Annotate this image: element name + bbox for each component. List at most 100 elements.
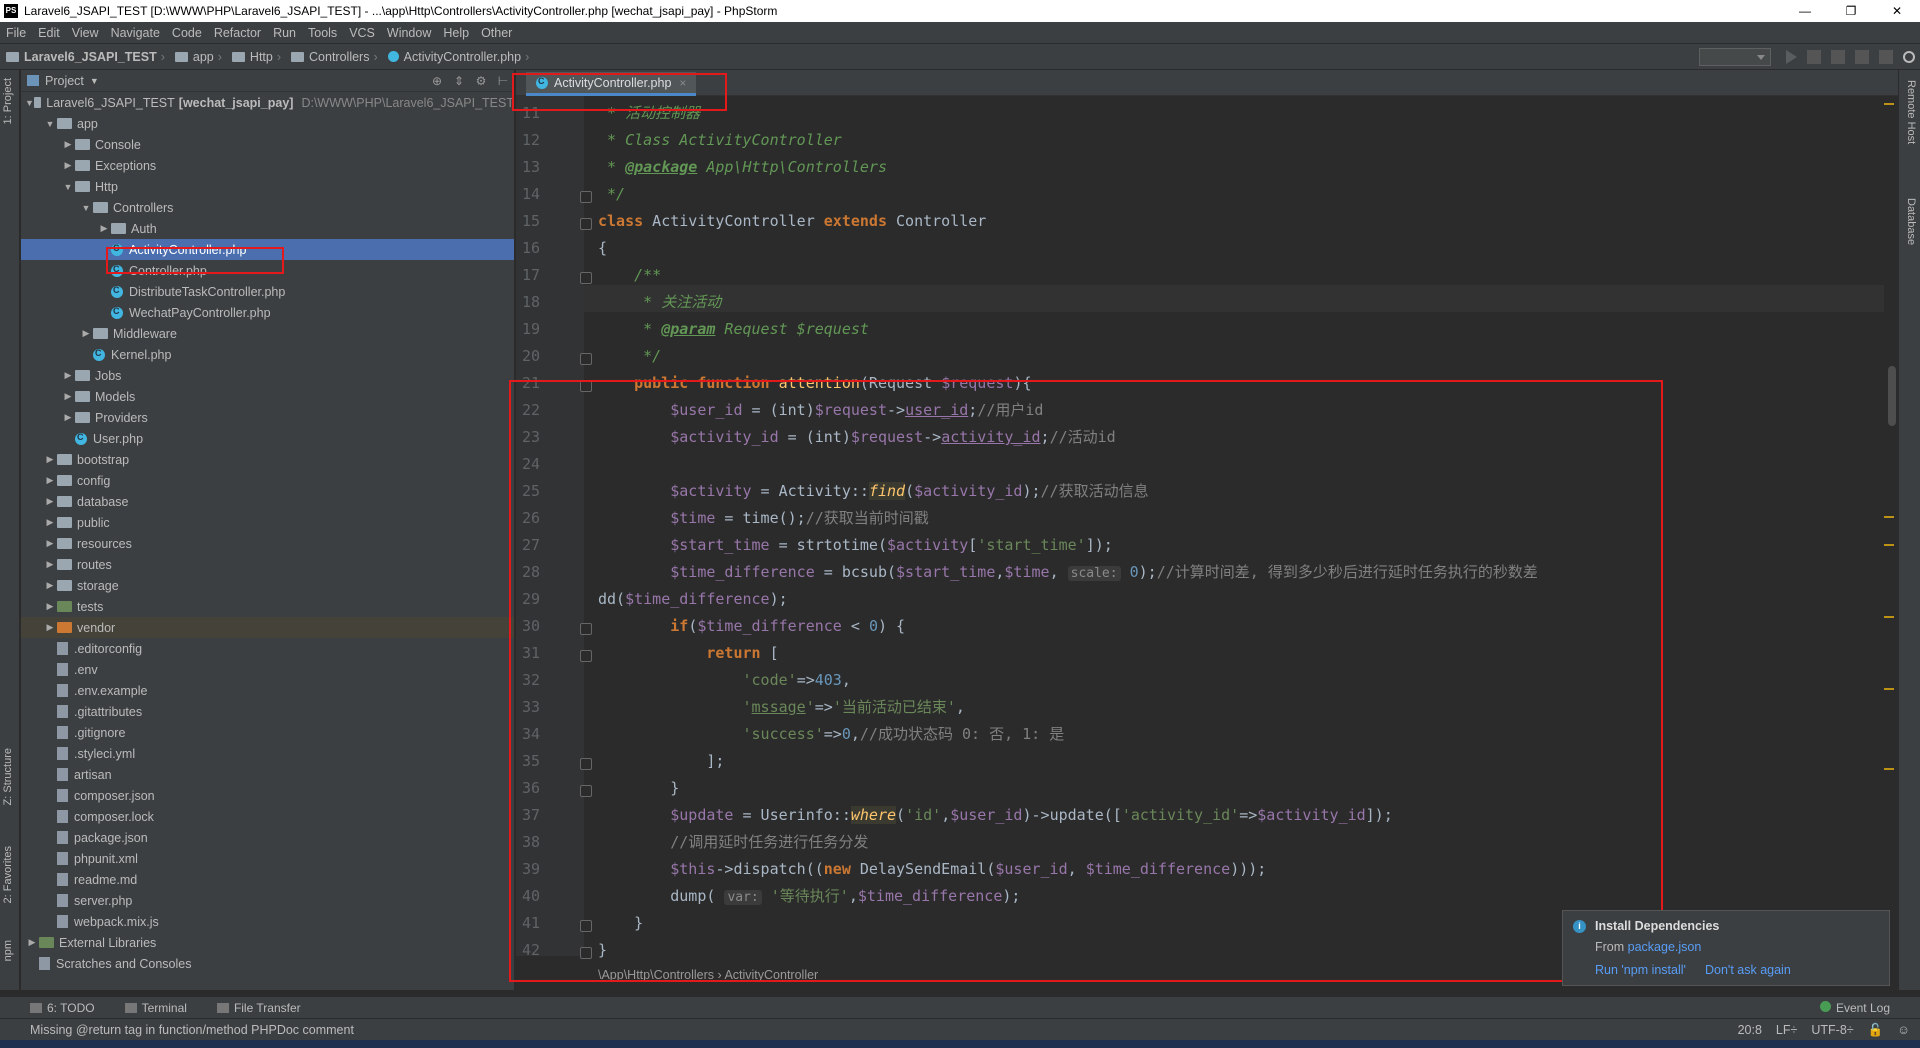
collapsed-arrow-icon[interactable]: ▶ xyxy=(43,559,57,570)
tree-item[interactable]: DistributeTaskController.php xyxy=(21,281,514,302)
tree-item[interactable]: composer.json xyxy=(21,785,514,806)
collapsed-arrow-icon[interactable]: ▶ xyxy=(43,496,57,507)
tool-tab-npm[interactable]: npm xyxy=(2,940,14,961)
menu-file[interactable]: File xyxy=(0,26,32,40)
tool-tab-file-transfer[interactable]: File Transfer xyxy=(216,1001,301,1015)
tree-item[interactable]: package.json xyxy=(21,827,514,848)
tool-tab-database[interactable]: Database xyxy=(1905,198,1917,245)
collapsed-arrow-icon[interactable]: ▶ xyxy=(43,538,57,549)
tree-item[interactable]: ▶ Middleware xyxy=(21,323,514,344)
editor-scrollbar[interactable] xyxy=(1884,96,1898,956)
tool-tab-structure[interactable]: Z: Structure xyxy=(2,748,14,805)
collapsed-arrow-icon[interactable]: ▶ xyxy=(97,223,111,234)
code-line[interactable]: class ActivityController extends Control… xyxy=(598,208,986,235)
caret-position[interactable]: 20:8 xyxy=(1738,1023,1762,1038)
nav-crumb-file[interactable]: ActivityController.php › xyxy=(382,50,534,64)
error-stripe-mark[interactable] xyxy=(1884,103,1894,105)
tree-item[interactable]: readme.md xyxy=(21,869,514,890)
tree-item[interactable]: ▶ database xyxy=(21,491,514,512)
code-line[interactable]: * 关注活动 xyxy=(598,289,721,316)
restore-button[interactable]: ❐ xyxy=(1828,0,1874,22)
menu-code[interactable]: Code xyxy=(166,26,208,40)
tree-item[interactable]: ▶ storage xyxy=(21,575,514,596)
error-stripe-mark[interactable] xyxy=(1884,616,1894,618)
tree-item[interactable]: phpunit.xml xyxy=(21,848,514,869)
run-npm-install-link[interactable]: Run 'npm install' xyxy=(1595,963,1686,977)
collapsed-arrow-icon[interactable]: ▶ xyxy=(43,517,57,528)
tree-item[interactable]: ▼ Laravel6_JSAPI_TEST [wechat_jsapi_pay] D:… xyxy=(21,92,514,113)
menu-help[interactable]: Help xyxy=(437,26,475,40)
collapse-all-icon[interactable]: ⇕ xyxy=(452,74,466,88)
tool-tab-project[interactable]: 1: Project xyxy=(2,78,14,124)
tree-item[interactable]: ▶ Providers xyxy=(21,407,514,428)
tree-item[interactable]: ▶ Console xyxy=(21,134,514,155)
package-json-link[interactable]: package.json xyxy=(1628,940,1702,954)
tree-item[interactable]: ▶ routes xyxy=(21,554,514,575)
tree-item[interactable]: ▶ config xyxy=(21,470,514,491)
collapsed-arrow-icon[interactable]: ▶ xyxy=(43,475,57,486)
error-stripe-mark[interactable] xyxy=(1884,544,1894,546)
collapsed-arrow-icon[interactable]: ▶ xyxy=(79,328,93,339)
collapsed-arrow-icon[interactable]: ▶ xyxy=(25,937,39,948)
tree-item[interactable]: ▶ Exceptions xyxy=(21,155,514,176)
tree-item[interactable]: ▶ Auth xyxy=(21,218,514,239)
code-line[interactable]: * @package App\Http\Controllers xyxy=(598,154,887,181)
fold-marker-icon[interactable] xyxy=(580,218,592,230)
expanded-arrow-icon[interactable]: ▼ xyxy=(25,98,34,108)
collapsed-arrow-icon[interactable]: ▶ xyxy=(43,601,57,612)
expanded-arrow-icon[interactable]: ▼ xyxy=(79,203,93,213)
tree-item[interactable]: .styleci.yml xyxy=(21,743,514,764)
collapsed-arrow-icon[interactable]: ▶ xyxy=(43,580,57,591)
collapsed-arrow-icon[interactable]: ▶ xyxy=(61,412,75,423)
menu-other[interactable]: Other xyxy=(475,26,518,40)
search-icon[interactable] xyxy=(1903,51,1915,63)
tree-item[interactable]: ▶ bootstrap xyxy=(21,449,514,470)
run-icon[interactable] xyxy=(1786,50,1797,64)
tree-item[interactable]: Kernel.php xyxy=(21,344,514,365)
error-stripe-mark[interactable] xyxy=(1884,688,1894,690)
tree-item[interactable]: ▼ Http xyxy=(21,176,514,197)
collapsed-arrow-icon[interactable]: ▶ xyxy=(61,160,75,171)
event-log-button[interactable]: Event Log xyxy=(1790,1001,1890,1015)
tree-item[interactable]: artisan xyxy=(21,764,514,785)
menu-window[interactable]: Window xyxy=(381,26,437,40)
tree-item[interactable]: .gitattributes xyxy=(21,701,514,722)
tree-item[interactable]: ▶ vendor xyxy=(21,617,514,638)
menu-navigate[interactable]: Navigate xyxy=(105,26,166,40)
tree-item[interactable]: WechatPayController.php xyxy=(21,302,514,323)
tool-tab-remote-host[interactable]: Remote Host xyxy=(1905,80,1917,144)
nav-crumb-project[interactable]: Laravel6_JSAPI_TEST › xyxy=(0,50,169,64)
collapsed-arrow-icon[interactable]: ▶ xyxy=(61,139,75,150)
tree-item[interactable]: webpack.mix.js xyxy=(21,911,514,932)
tree-item[interactable]: ▶ resources xyxy=(21,533,514,554)
code-line[interactable]: */ xyxy=(598,181,625,208)
tree-item[interactable]: composer.lock xyxy=(21,806,514,827)
lock-icon[interactable]: 🔓 xyxy=(1868,1023,1884,1038)
tree-item[interactable]: ▶ public xyxy=(21,512,514,533)
tree-item[interactable]: .env.example xyxy=(21,680,514,701)
code-line[interactable]: * @param Request $request xyxy=(598,316,869,343)
chevron-down-icon[interactable]: ▼ xyxy=(90,76,99,86)
stop-icon[interactable] xyxy=(1879,50,1893,64)
fold-marker-icon[interactable] xyxy=(580,272,592,284)
tree-item[interactable]: Scratches and Consoles xyxy=(21,953,514,974)
scrollbar-thumb[interactable] xyxy=(1888,366,1896,426)
tool-tab-todo[interactable]: 6: TODO xyxy=(30,1001,95,1015)
error-stripe-mark[interactable] xyxy=(1884,516,1894,518)
menu-vcs[interactable]: VCS xyxy=(343,26,381,40)
code-line[interactable]: */ xyxy=(598,343,661,370)
file-encoding[interactable]: UTF-8÷ xyxy=(1811,1023,1853,1038)
nav-crumb-controllers[interactable]: Controllers › xyxy=(285,50,382,64)
menu-refactor[interactable]: Refactor xyxy=(208,26,267,40)
expanded-arrow-icon[interactable]: ▼ xyxy=(43,119,57,129)
menu-tools[interactable]: Tools xyxy=(302,26,343,40)
collapsed-arrow-icon[interactable]: ▶ xyxy=(61,370,75,381)
inspector-icon[interactable]: ☺ xyxy=(1897,1023,1910,1038)
dont-ask-again-link[interactable]: Don't ask again xyxy=(1705,963,1791,977)
hide-panel-icon[interactable]: ⊢ xyxy=(496,74,510,88)
coverage-icon[interactable] xyxy=(1831,50,1845,64)
line-separator[interactable]: LF÷ xyxy=(1776,1023,1797,1038)
expanded-arrow-icon[interactable]: ▼ xyxy=(61,182,75,192)
menu-edit[interactable]: Edit xyxy=(32,26,66,40)
tree-item[interactable]: .editorconfig xyxy=(21,638,514,659)
